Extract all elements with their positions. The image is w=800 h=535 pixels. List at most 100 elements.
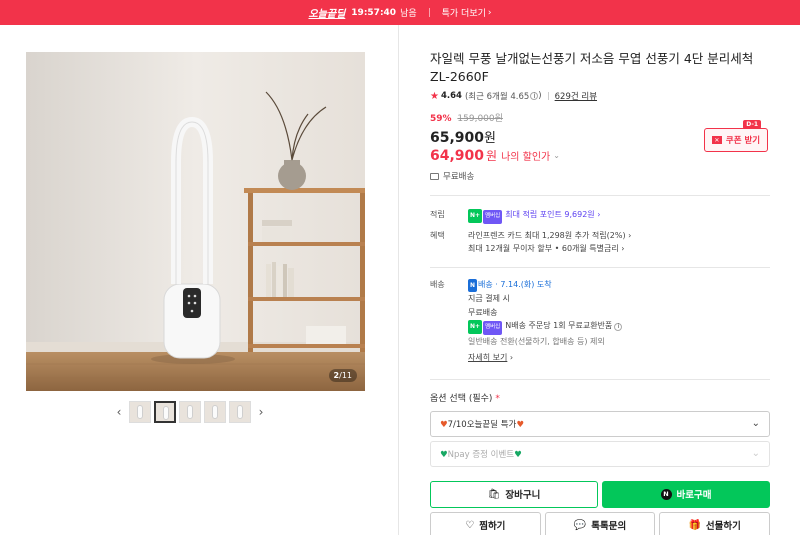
chevron-right-icon: › bbox=[628, 230, 632, 240]
naver-n-icon: N bbox=[660, 488, 672, 500]
thumbnail-4[interactable] bbox=[204, 401, 226, 423]
column-divider bbox=[398, 25, 399, 535]
more-deals-link[interactable]: 특가 더보기 › bbox=[441, 6, 492, 20]
coupon-label: 쿠폰 받기 bbox=[725, 136, 761, 146]
thumbnail-3[interactable] bbox=[179, 401, 201, 423]
image-counter-total: /11 bbox=[339, 371, 352, 380]
points-link[interactable]: N+ 멤버십 최대 적립 포인트 9,692원 › bbox=[468, 208, 600, 224]
delivery-fee: 무료배송 bbox=[468, 307, 498, 317]
option-select-1-text: 7/10오늘끝딜 특가 bbox=[447, 419, 517, 430]
price-block: 59% 159,000원 65,900원 64,900 원 나의 할인가 ⌄ D-… bbox=[430, 111, 770, 164]
option-label-text: 옵션 선택 (필수) bbox=[430, 393, 493, 404]
points-text: 최대 적립 포인트 9,692원 bbox=[505, 210, 595, 219]
delivery-detail-link[interactable]: 자세히 보기 › bbox=[468, 351, 622, 365]
gift-button[interactable]: 🎁 선물하기 bbox=[659, 511, 771, 535]
thumbnail-1[interactable] bbox=[129, 401, 151, 423]
thumbnail-5[interactable] bbox=[229, 401, 251, 423]
my-price-unit: 원 bbox=[486, 149, 498, 163]
info-icon[interactable]: i bbox=[530, 92, 539, 100]
return-row: N+ 멤버십 N배송 주문당 1회 무료교환반품 i bbox=[468, 319, 623, 335]
sale-price-unit: 원 bbox=[484, 131, 496, 146]
secondary-actions: ♡ 찜하기 💬 톡톡문의 🎁 선물하기 bbox=[430, 511, 771, 535]
option-select-2-text: Npay 증정 이벤트 bbox=[447, 449, 515, 460]
installment-link[interactable]: 최대 12개월 무이자 할부 • 60개월 특별금리 › bbox=[468, 242, 631, 256]
coupon-button[interactable]: D-1 ✕ 쿠폰 받기 bbox=[704, 120, 768, 152]
banner-divider bbox=[428, 8, 430, 17]
benefit-row: 혜택 라인프렌즈 카드 최대 1,298원 추가 적립(2%) › 최대 12개… bbox=[430, 229, 770, 256]
card-benefit-text: 라인프렌즈 카드 최대 1,298원 추가 적립(2%) bbox=[468, 230, 626, 240]
thumbnail-fan-icon bbox=[187, 405, 193, 419]
delivery-type-text: 배송 · 7.14.(화) 도착 bbox=[478, 279, 552, 289]
delivery-type: N 배송 · 7.14.(화) 도착 bbox=[468, 278, 622, 292]
talk-inquiry-button[interactable]: 💬 톡톡문의 bbox=[544, 511, 656, 535]
divider bbox=[430, 378, 770, 380]
thumbnail-fan-icon bbox=[212, 405, 218, 419]
option-select-2[interactable]: ♥Npay 증정 이벤트♥ ⌄ bbox=[430, 440, 770, 467]
countdown-timer: 19:57:40 bbox=[351, 7, 397, 18]
delivery-condition: 지금 결제 시 bbox=[468, 294, 510, 303]
info-icon[interactable]: i bbox=[614, 322, 623, 331]
exclude-text: 일반배송 전환(선물하기, 합배송 등) 제외 bbox=[468, 336, 605, 346]
star-icon: ★ bbox=[430, 90, 439, 102]
my-price-label: 나의 할인가 bbox=[501, 152, 551, 163]
product-title: 자일렉 무풍 날개없는선풍기 저소음 무엽 선풍기 4단 분리세척 ZL-266… bbox=[430, 51, 754, 84]
product-main-image[interactable]: 2/11 bbox=[26, 52, 365, 391]
thumbnail-fan-icon bbox=[237, 405, 243, 419]
add-to-cart-label: 장바구니 bbox=[505, 490, 541, 501]
cart-icon: 🛍 bbox=[487, 488, 501, 500]
chevron-left-icon[interactable]: ‹ bbox=[112, 401, 126, 423]
chevron-down-icon: ⌄ bbox=[553, 151, 560, 160]
thumbnail-strip: ‹ › bbox=[112, 401, 268, 423]
primary-actions: 🛍 장바구니 N 바로구매 bbox=[430, 480, 770, 508]
countdown-suffix: 남음 bbox=[400, 9, 417, 19]
wishlist-label: 찜하기 bbox=[479, 521, 506, 532]
chevron-down-icon: ⌄ bbox=[751, 418, 760, 429]
required-mark: * bbox=[495, 393, 500, 404]
chevron-down-icon: ⌄ bbox=[751, 448, 760, 459]
chevron-right-icon: › bbox=[621, 244, 625, 253]
option-select-2-value: ♥Npay 증정 이벤트♥ bbox=[440, 448, 522, 460]
shipping-summary: 무료배송 bbox=[430, 170, 770, 182]
divider bbox=[430, 266, 770, 268]
deal-banner[interactable]: 오늘끝딜 19:57:40 남음 특가 더보기 › bbox=[0, 0, 800, 25]
rating-recent-close: ) bbox=[538, 91, 542, 101]
truck-icon bbox=[430, 172, 439, 180]
rating-score: 4.64 bbox=[440, 91, 462, 101]
gift-icon: 🎁 bbox=[688, 519, 701, 531]
thumbnail-fan-icon bbox=[163, 406, 169, 420]
rating-row: ★ 4.64 (최근 6개월 4.65 i) 629건 리뷰 bbox=[430, 90, 770, 103]
delivery-key: 배송 bbox=[430, 279, 445, 289]
membership-badge: 멤버십 bbox=[483, 210, 503, 224]
talk-inquiry-label: 톡톡문의 bbox=[591, 521, 627, 532]
coupon-deadline-badge: D-1 bbox=[743, 120, 761, 129]
thumbnail-2[interactable] bbox=[154, 401, 176, 423]
add-to-cart-button[interactable]: 🛍 장바구니 bbox=[430, 480, 598, 508]
delivery-detail-label: 자세히 보기 bbox=[468, 353, 508, 362]
benefits-section: 적립 N+ 멤버십 최대 적립 포인트 9,692원 › 혜택 라인프렌즈 카드 최… bbox=[430, 208, 770, 256]
sale-price: 65,900 bbox=[430, 130, 485, 146]
delivery-section: 배송 N 배송 · 7.14.(화) 도착 지금 결제 시 무료배송 N+ 멤버십 N… bbox=[430, 278, 770, 365]
rating-divider bbox=[547, 92, 549, 100]
installment-text: 최대 12개월 무이자 할부 • 60개월 특별금리 bbox=[468, 244, 619, 253]
benefit-lines: 라인프렌즈 카드 최대 1,298원 추가 적립(2%) › 최대 12개월 무… bbox=[468, 229, 631, 256]
deal-brand: 오늘끝딜 bbox=[308, 9, 346, 20]
discount-percent: 59% bbox=[430, 114, 452, 124]
chevron-right-icon: › bbox=[509, 353, 514, 362]
more-deals-label: 특가 더보기 bbox=[441, 9, 486, 19]
heart-icon: ♥ bbox=[514, 449, 522, 460]
benefit-key: 혜택 bbox=[430, 230, 445, 240]
option-select-1[interactable]: ♥7/10오늘끝딜 특가♥ ⌄ bbox=[430, 410, 770, 437]
option-select-1-value: ♥7/10오늘끝딜 특가♥ bbox=[440, 418, 524, 430]
chevron-right-icon[interactable]: › bbox=[254, 401, 268, 423]
delivery-badge: N bbox=[468, 278, 478, 292]
card-benefit-link[interactable]: 라인프렌즈 카드 최대 1,298원 추가 적립(2%) › bbox=[468, 229, 631, 243]
heart-icon: ♥ bbox=[516, 419, 524, 430]
review-count-link[interactable]: 629건 리뷰 bbox=[555, 90, 597, 102]
buy-now-label: 바로구매 bbox=[676, 490, 712, 501]
chat-icon: 💬 bbox=[573, 519, 587, 531]
buy-now-button[interactable]: N 바로구매 bbox=[602, 480, 770, 508]
discount-row: 59% 159,000원 bbox=[430, 111, 770, 124]
heart-icon: ♥ bbox=[440, 449, 448, 460]
product-info-panel: 자일렉 무풍 날개없는선풍기 저소음 무엽 선풍기 4단 분리세척 ZL-266… bbox=[430, 50, 771, 535]
wishlist-button[interactable]: ♡ 찜하기 bbox=[430, 511, 541, 535]
